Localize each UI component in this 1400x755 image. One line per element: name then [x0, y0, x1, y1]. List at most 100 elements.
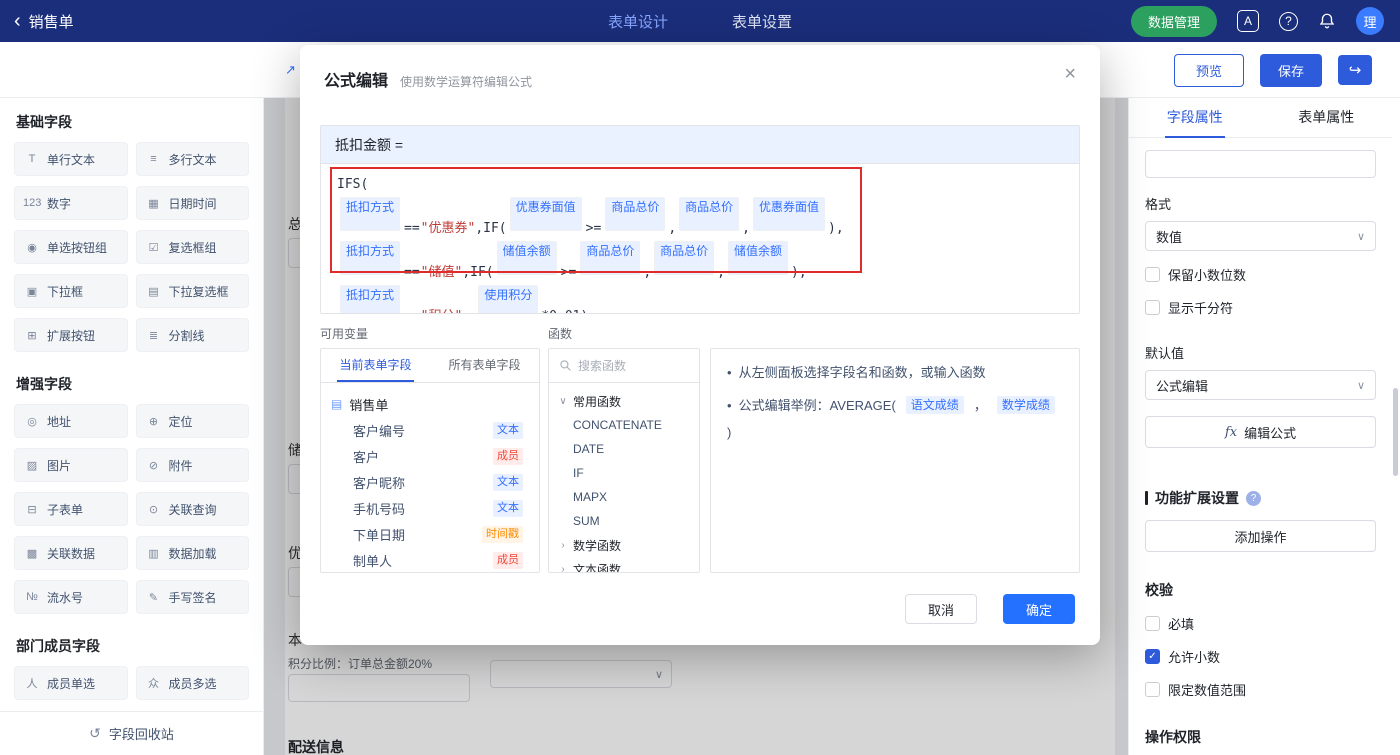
- field-type-icon: 123: [23, 197, 41, 209]
- ok-button[interactable]: 确定: [1003, 594, 1075, 624]
- field-type-item[interactable]: ☑ 复选框组: [136, 230, 250, 264]
- close-icon[interactable]: ×: [1060, 59, 1080, 90]
- field-type-item[interactable]: 人 成员单选: [14, 666, 128, 700]
- formula-token: *0.01): [541, 309, 588, 313]
- tab-current-form-fields[interactable]: 当前表单字段: [321, 349, 430, 382]
- field-type-item[interactable]: ◉ 单选按钮组: [14, 230, 128, 264]
- formula-code-area[interactable]: IFS( 抵扣方式=="优惠券",IF(优惠券面值>=商品总价,商品总价,优惠券…: [321, 164, 1079, 313]
- property-checkbox-row[interactable]: 限定数值范围: [1145, 680, 1376, 699]
- checkbox[interactable]: [1145, 616, 1160, 631]
- function-group-text[interactable]: › 文本函数: [549, 557, 699, 573]
- avatar[interactable]: 理: [1356, 7, 1384, 35]
- formula-token: 商品总价: [654, 241, 714, 275]
- format-label: 格式: [1145, 194, 1376, 213]
- function-group-common[interactable]: ∨ 常用函数: [549, 389, 699, 413]
- function-search: [549, 349, 699, 383]
- variable-type-tag: 成员: [493, 552, 523, 569]
- function-search-input[interactable]: [578, 359, 688, 373]
- field-type-item[interactable]: ⊙ 关联查询: [136, 492, 250, 526]
- property-checkbox-row[interactable]: 保留小数位数: [1145, 265, 1376, 284]
- fx-icon: fx: [1225, 425, 1237, 440]
- add-action-button[interactable]: 添加操作: [1145, 520, 1376, 552]
- formula-token: 储值余额: [497, 241, 557, 275]
- tab-form-settings[interactable]: 表单设置: [732, 11, 792, 32]
- field-type-item[interactable]: ▣ 下拉框: [14, 274, 128, 308]
- variable-type-tag: 文本: [493, 474, 523, 491]
- save-button[interactable]: 保存: [1260, 54, 1322, 87]
- variable-row[interactable]: 制单人 成员: [331, 547, 529, 573]
- checkbox[interactable]: [1145, 682, 1160, 697]
- field-type-item[interactable]: ⊕ 定位: [136, 404, 250, 438]
- field-type-label: 数据加载: [169, 545, 217, 562]
- field-type-item[interactable]: ▨ 图片: [14, 448, 128, 482]
- formula-token: IFS(: [337, 177, 368, 192]
- bullet-icon: •: [727, 363, 732, 383]
- formula-token: 储值余额: [728, 241, 788, 275]
- field-type-item[interactable]: ⊘ 附件: [136, 448, 250, 482]
- field-type-item[interactable]: ⊟ 子表单: [14, 492, 128, 526]
- language-icon[interactable]: A: [1237, 10, 1259, 32]
- variable-row[interactable]: 客户 成员: [331, 443, 529, 469]
- cancel-button[interactable]: 取消: [905, 594, 977, 624]
- field-type-item[interactable]: ▥ 数据加载: [136, 536, 250, 570]
- example-field-chip: 数学成绩: [997, 396, 1055, 414]
- tab-form-design[interactable]: 表单设计: [608, 11, 668, 32]
- tab-all-form-fields[interactable]: 所有表单字段: [430, 349, 539, 382]
- function-item[interactable]: DATE: [549, 437, 699, 461]
- field-title-input[interactable]: [1145, 150, 1376, 178]
- variable-type-tag: 成员: [493, 448, 523, 465]
- field-type-item[interactable]: № 流水号: [14, 580, 128, 614]
- property-checkbox-row[interactable]: 显示千分符: [1145, 298, 1376, 317]
- tab-form-properties[interactable]: 表单属性: [1261, 98, 1393, 137]
- tab-field-properties[interactable]: 字段属性: [1129, 98, 1261, 137]
- field-type-label: 关联查询: [169, 501, 217, 518]
- field-type-item[interactable]: ▦ 日期时间: [136, 186, 250, 220]
- variable-row[interactable]: 手机号码 文本: [331, 495, 529, 521]
- function-item[interactable]: IF: [549, 461, 699, 485]
- tab-label: 表单属性: [1296, 98, 1356, 138]
- field-type-item[interactable]: T 单行文本: [14, 142, 128, 176]
- field-type-item[interactable]: ≡ 多行文本: [136, 142, 250, 176]
- field-type-item[interactable]: 123 数字: [14, 186, 128, 220]
- function-item[interactable]: CONCATENATE: [549, 413, 699, 437]
- variables-label: 可用变量: [320, 325, 368, 342]
- question-badge-icon[interactable]: ?: [1246, 491, 1261, 506]
- data-manage-button[interactable]: 数据管理: [1131, 6, 1217, 37]
- field-recycle-bin[interactable]: ↺ 字段回收站: [0, 711, 263, 755]
- format-options: 保留小数位数 显示千分符: [1145, 265, 1376, 317]
- variable-row[interactable]: 客户昵称 文本: [331, 469, 529, 495]
- checkbox[interactable]: [1145, 300, 1160, 315]
- formula-line: IFS(: [337, 172, 1063, 197]
- formula-token: 商品总价: [679, 197, 739, 231]
- checkbox-label: 允许小数: [1168, 647, 1220, 666]
- checkbox[interactable]: [1145, 267, 1160, 282]
- variable-row[interactable]: 客户编号 文本: [331, 417, 529, 443]
- function-item[interactable]: SUM: [549, 509, 699, 533]
- field-type-item[interactable]: 众 成员多选: [136, 666, 250, 700]
- app: ‹ 销售单 表单设计 表单设置 数据管理 A ? 理 ↗ 表单外链 ⌗ 后端脚本…: [0, 0, 1400, 755]
- format-select[interactable]: 数值 ∨: [1145, 221, 1376, 251]
- default-value-select[interactable]: 公式编辑 ∨: [1145, 370, 1376, 400]
- field-type-item[interactable]: ≣ 分割线: [136, 318, 250, 352]
- scrollbar-thumb[interactable]: [1393, 388, 1398, 476]
- field-type-item[interactable]: ▤ 下拉复选框: [136, 274, 250, 308]
- checkbox[interactable]: [1145, 649, 1160, 664]
- share-button[interactable]: ↪: [1338, 55, 1372, 85]
- basic-fields-grid: T 单行文本 ≡ 多行文本 123 数字 ▦ 日期时间 ◉ 单选按钮组 ☑ 复选…: [14, 142, 249, 352]
- field-type-item[interactable]: ▩ 关联数据: [14, 536, 128, 570]
- variable-row[interactable]: 下单日期 时间戳: [331, 521, 529, 547]
- bell-icon[interactable]: [1318, 12, 1336, 30]
- field-type-item[interactable]: ⊞ 扩展按钮: [14, 318, 128, 352]
- formula-target-label: 抵扣金额 =: [335, 135, 403, 155]
- function-group-math[interactable]: › 数学函数: [549, 533, 699, 557]
- edit-formula-button[interactable]: fx 编辑公式: [1145, 416, 1376, 448]
- preview-button[interactable]: 预览: [1174, 54, 1244, 87]
- help-icon[interactable]: ?: [1279, 12, 1298, 31]
- property-checkbox-row[interactable]: 必填: [1145, 614, 1376, 633]
- extension-settings-label: 功能扩展设置: [1155, 488, 1239, 508]
- form-node[interactable]: ▤ 销售单: [331, 391, 529, 417]
- field-type-item[interactable]: ◎ 地址: [14, 404, 128, 438]
- property-checkbox-row[interactable]: 允许小数: [1145, 647, 1376, 666]
- field-type-item[interactable]: ✎ 手写签名: [136, 580, 250, 614]
- function-item[interactable]: MAPX: [549, 485, 699, 509]
